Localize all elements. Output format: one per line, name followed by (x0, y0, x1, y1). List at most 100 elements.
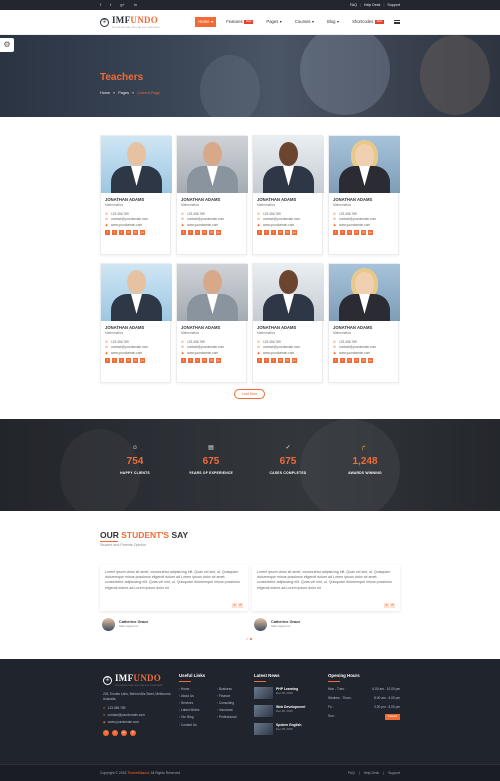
footer-link[interactable]: Professional (217, 715, 255, 719)
twitter-icon[interactable]: t (188, 230, 193, 236)
teacher-email[interactable]: ✉ contact@yourdomain.com (181, 217, 242, 222)
footer-link[interactable]: Home (179, 687, 217, 691)
breadcrumb-pages[interactable]: Pages (118, 91, 129, 96)
twitter-icon[interactable]: t (110, 2, 111, 7)
teacher-website[interactable]: ◉ www.yourdomain.com (105, 223, 166, 228)
carousel-dot-active[interactable] (250, 638, 252, 640)
nav-shortcodes[interactable]: Shortcodes New (349, 17, 387, 26)
teacher-email[interactable]: ✉ contact@yourdomain.com (257, 345, 318, 350)
nav-home[interactable]: Home ▾ (195, 17, 217, 27)
google-plus-icon[interactable]: g+ (292, 230, 297, 236)
nav-features[interactable]: Features New (223, 17, 256, 26)
instagram-icon[interactable]: ◎ (209, 358, 214, 364)
google-plus-icon[interactable]: g+ (216, 358, 221, 364)
twitter-icon[interactable]: t (112, 230, 117, 236)
news-item[interactable]: Spoken English Dec 08, 2015 (254, 722, 320, 735)
instagram-icon[interactable]: ◎ (361, 358, 366, 364)
vimeo-icon[interactable]: v (347, 230, 352, 236)
twitter-icon[interactable]: t (188, 358, 193, 364)
footer-link[interactable]: Latest Works (179, 708, 217, 712)
facebook-icon[interactable]: f (105, 230, 110, 236)
google-plus-icon[interactable]: g+ (216, 230, 221, 236)
teacher-name[interactable]: JONATHAN ADAMS (105, 197, 166, 202)
footer-link[interactable]: Services (179, 701, 217, 705)
teacher-email[interactable]: ✉ contact@yourdomain.com (333, 345, 394, 350)
breadcrumb-home[interactable]: Home (100, 91, 110, 96)
facebook-icon[interactable]: f (333, 358, 338, 364)
linkedin-icon[interactable]: in (202, 358, 207, 364)
facebook-icon[interactable]: f (181, 358, 186, 364)
nav-courses[interactable]: Courses ▾ (292, 17, 317, 26)
teacher-website[interactable]: ◉ www.yourdomain.com (257, 223, 318, 228)
footer-link[interactable]: Consulting (217, 701, 255, 705)
footer-logo[interactable]: ⛨ IMFUNDO PROFESSIONAL EDUCATION TEMPLAT… (103, 673, 173, 687)
google-plus-icon[interactable]: g+ (368, 230, 373, 236)
google-plus-icon[interactable]: g+ (368, 358, 373, 364)
footer-link[interactable]: Business (217, 687, 255, 691)
instagram-icon[interactable]: ◎ (285, 358, 290, 364)
teacher-name[interactable]: JONATHAN ADAMS (181, 197, 242, 202)
teacher-website[interactable]: ◉ www.yourdomain.com (333, 223, 394, 228)
facebook-icon[interactable]: f (333, 230, 338, 236)
facebook-icon[interactable]: f (257, 358, 262, 364)
vimeo-icon[interactable]: v (347, 358, 352, 364)
instagram-icon[interactable]: ◎ (361, 230, 366, 236)
footer-link[interactable]: About Us (179, 694, 217, 698)
help-desk-link[interactable]: Help Desk (364, 771, 380, 775)
teacher-email[interactable]: ✉ contact@yourdomain.com (105, 345, 166, 350)
linkedin-icon[interactable]: in (354, 358, 359, 364)
google-plus-icon[interactable]: g+ (292, 358, 297, 364)
facebook-icon[interactable]: f (257, 230, 262, 236)
teacher-name[interactable]: JONATHAN ADAMS (333, 325, 394, 330)
linkedin-icon[interactable]: in (202, 230, 207, 236)
nav-pages[interactable]: Pages ▾ (263, 17, 284, 26)
teacher-name[interactable]: JONATHAN ADAMS (257, 197, 318, 202)
twitter-icon[interactable]: t (340, 358, 345, 364)
twitter-icon[interactable]: t (264, 358, 269, 364)
vimeo-icon[interactable]: v (195, 358, 200, 364)
logo[interactable]: ⛨ IMFUNDO PROFESSIONAL EDUCATION TEMPLAT… (100, 15, 160, 29)
twitter-icon[interactable]: t (264, 230, 269, 236)
facebook-icon[interactable]: f (181, 230, 186, 236)
vimeo-icon[interactable]: v (119, 358, 124, 364)
instagram-icon[interactable]: ◎ (133, 230, 138, 236)
teacher-website[interactable]: ◉ www.yourdomain.com (105, 351, 166, 356)
teacher-website[interactable]: ◉ www.yourdomain.com (181, 223, 242, 228)
twitter-icon[interactable]: t (112, 358, 117, 364)
teacher-name[interactable]: JONATHAN ADAMS (105, 325, 166, 330)
menu-icon[interactable] (394, 19, 400, 24)
faq-link[interactable]: FAQ (348, 771, 355, 775)
footer-link[interactable]: Insurance (217, 708, 255, 712)
instagram-icon[interactable]: ◎ (209, 230, 214, 236)
carousel-dot[interactable] (246, 638, 248, 640)
facebook-icon[interactable]: f (105, 358, 110, 364)
linkedin-icon[interactable]: in (278, 358, 283, 364)
facebook-icon[interactable]: f (100, 2, 101, 7)
help-desk-link[interactable]: Help Desk (364, 3, 381, 8)
teacher-email[interactable]: ✉ contact@yourdomain.com (333, 217, 394, 222)
footer-website[interactable]: ◉ www.yourdomain.com (103, 720, 173, 724)
facebook-icon[interactable]: f (103, 730, 109, 737)
linkedin-icon[interactable]: in (126, 358, 131, 364)
teacher-website[interactable]: ◉ www.yourdomain.com (181, 351, 242, 356)
teacher-website[interactable]: ◉ www.yourdomain.com (257, 351, 318, 356)
footer-email[interactable]: ✉ contact@yourdomain.com (103, 713, 173, 717)
vimeo-icon[interactable]: v (271, 358, 276, 364)
vimeo-icon[interactable]: v (195, 230, 200, 236)
linkedin-icon[interactable]: in (134, 2, 137, 7)
google-plus-icon[interactable]: g+ (140, 358, 145, 364)
vimeo-icon[interactable]: v (271, 230, 276, 236)
nav-blog[interactable]: Blog ▾ (324, 17, 342, 26)
teacher-email[interactable]: ✉ contact@yourdomain.com (105, 217, 166, 222)
news-item[interactable]: PHP Learning Dec 08, 2015 (254, 686, 320, 699)
teacher-email[interactable]: ✉ contact@yourdomain.com (257, 217, 318, 222)
teacher-email[interactable]: ✉ contact@yourdomain.com (181, 345, 242, 350)
footer-link[interactable]: Contact Us (179, 723, 217, 727)
linkedin-icon[interactable]: in (354, 230, 359, 236)
instagram-icon[interactable]: ◎ (133, 358, 138, 364)
load-more-button[interactable]: Load More (234, 389, 265, 399)
twitter-icon[interactable]: t (340, 230, 345, 236)
footer-link[interactable]: Finance (217, 694, 255, 698)
teacher-name[interactable]: JONATHAN ADAMS (257, 325, 318, 330)
teacher-website[interactable]: ◉ www.yourdomain.com (333, 351, 394, 356)
